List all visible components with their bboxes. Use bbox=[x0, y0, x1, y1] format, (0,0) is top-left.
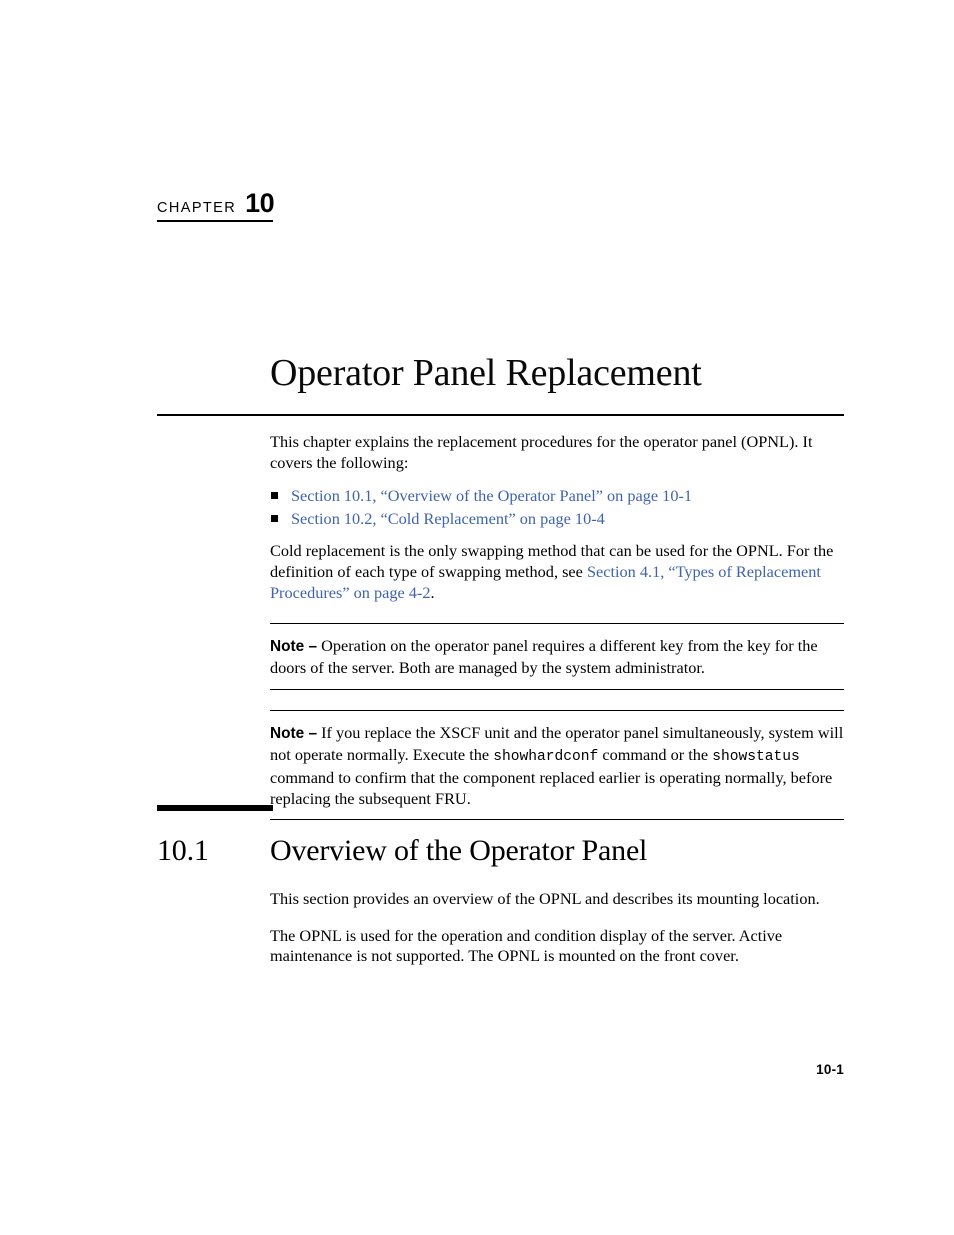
section-paragraph: This section provides an overview of the… bbox=[270, 889, 820, 908]
section-heading-rule bbox=[157, 805, 273, 811]
chapter-contents-list: Section 10.1, “Overview of the Operator … bbox=[270, 485, 844, 529]
list-item[interactable]: Section 10.2, “Cold Replacement” on page… bbox=[270, 508, 844, 530]
note-label: Note – bbox=[270, 724, 318, 742]
section-heading: 10.1 Overview of the Operator Panel bbox=[157, 834, 857, 867]
chapter-word: CHAPTER bbox=[157, 200, 237, 216]
command-showstatus: showstatus bbox=[712, 748, 800, 765]
intro-section: This chapter explains the replacement pr… bbox=[270, 432, 844, 820]
note-text: Note – If you replace the XSCF unit and … bbox=[270, 722, 844, 809]
note-body: command or the bbox=[598, 744, 713, 764]
note-block: Note – If you replace the XSCF unit and … bbox=[270, 709, 844, 820]
page-title: Operator Panel Replacement bbox=[270, 352, 702, 395]
section-body: This section provides an overview of the… bbox=[270, 889, 850, 983]
cross-reference-link[interactable]: Section 10.1, “Overview of the Operator … bbox=[291, 486, 692, 505]
note-text: Note – Operation on the operator panel r… bbox=[270, 635, 844, 678]
cold-replacement-text-after: . bbox=[430, 582, 435, 602]
note-body: Operation on the operator panel requires… bbox=[270, 636, 818, 678]
page-number: 10-1 bbox=[816, 1062, 844, 1077]
note-body: command to confirm that the component re… bbox=[270, 767, 833, 808]
section-title: Overview of the Operator Panel bbox=[270, 834, 648, 867]
title-divider bbox=[157, 414, 844, 416]
chapter-label-row: CHAPTER 10 bbox=[157, 188, 275, 222]
chapter-number: 10 bbox=[245, 188, 275, 218]
document-page: CHAPTER 10 Operator Panel Replacement Th… bbox=[0, 0, 954, 1235]
bullet-square-icon bbox=[271, 514, 278, 522]
note-label: Note – bbox=[270, 638, 318, 656]
section-paragraph: The OPNL is used for the operation and c… bbox=[270, 925, 783, 966]
command-showhardconf: showhardconf bbox=[493, 748, 599, 765]
note-block: Note – Operation on the operator panel r… bbox=[270, 623, 844, 690]
cold-replacement-paragraph: Cold replacement is the only swapping me… bbox=[270, 541, 844, 603]
section-number: 10.1 bbox=[157, 834, 209, 867]
bullet-square-icon bbox=[271, 492, 278, 500]
intro-paragraph: This chapter explains the replacement pr… bbox=[270, 432, 813, 472]
cross-reference-link[interactable]: Section 10.2, “Cold Replacement” on page… bbox=[291, 509, 605, 528]
list-item[interactable]: Section 10.1, “Overview of the Operator … bbox=[270, 485, 844, 507]
chapter-marker: CHAPTER 10 bbox=[157, 190, 457, 222]
